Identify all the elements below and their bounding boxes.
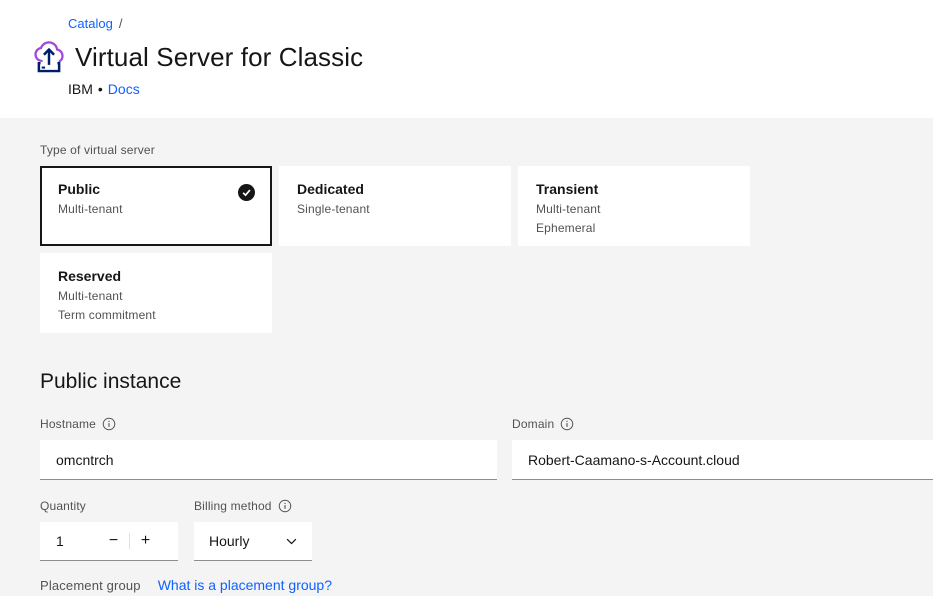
cloud-upload-icon xyxy=(31,38,67,76)
type-tile-dedicated[interactable]: Dedicated Single-tenant xyxy=(279,166,511,246)
main-content: Type of virtual server Public Multi-tena… xyxy=(0,143,933,593)
quantity-stepper: − + xyxy=(40,522,178,561)
tile-title: Reserved xyxy=(58,268,254,284)
quantity-decrement-button[interactable]: − xyxy=(98,522,129,560)
billing-method-label-text: Billing method xyxy=(194,499,272,513)
domain-label: Domain xyxy=(512,417,933,431)
info-icon[interactable] xyxy=(102,417,116,431)
hostname-label: Hostname xyxy=(40,417,497,431)
tile-title: Transient xyxy=(536,181,732,197)
provider-separator: • xyxy=(98,81,103,97)
quantity-increment-button[interactable]: + xyxy=(130,522,161,560)
chevron-down-icon xyxy=(286,538,297,545)
type-tile-public[interactable]: Public Multi-tenant xyxy=(40,166,272,246)
tile-title: Public xyxy=(58,181,254,197)
tile-subtitle: Ephemeral xyxy=(536,221,732,235)
billing-method-label: Billing method xyxy=(194,499,312,513)
billing-method-select[interactable]: Hourly xyxy=(194,522,312,561)
quantity-label: Quantity xyxy=(40,499,178,513)
info-icon[interactable] xyxy=(560,417,574,431)
type-tile-transient[interactable]: Transient Multi-tenant Ephemeral xyxy=(518,166,750,246)
domain-label-text: Domain xyxy=(512,417,554,431)
quantity-label-text: Quantity xyxy=(40,499,86,513)
placement-group-link[interactable]: What is a placement group? xyxy=(158,577,332,593)
section-title-public-instance: Public instance xyxy=(40,370,933,394)
type-of-virtual-server-label: Type of virtual server xyxy=(40,143,933,157)
tile-subtitle: Term commitment xyxy=(58,308,254,322)
page-title: Virtual Server for Classic xyxy=(75,42,363,73)
provider-name: IBM xyxy=(68,81,93,97)
billing-method-value: Hourly xyxy=(209,533,249,549)
type-tile-group: Public Multi-tenant Dedicated Single-ten… xyxy=(40,166,750,333)
breadcrumb-separator: / xyxy=(119,16,123,31)
breadcrumb: Catalog / xyxy=(68,0,933,31)
tile-subtitle: Multi-tenant xyxy=(536,202,732,216)
hostname-input[interactable] xyxy=(40,440,497,480)
info-icon[interactable] xyxy=(278,499,292,513)
domain-input[interactable] xyxy=(512,440,933,480)
tile-subtitle: Single-tenant xyxy=(297,202,493,216)
docs-link[interactable]: Docs xyxy=(108,81,140,97)
tile-subtitle: Multi-tenant xyxy=(58,289,254,303)
selected-checkmark-icon xyxy=(238,184,255,201)
type-tile-reserved[interactable]: Reserved Multi-tenant Term commitment xyxy=(40,253,272,333)
hostname-label-text: Hostname xyxy=(40,417,96,431)
tile-title: Dedicated xyxy=(297,181,493,197)
quantity-input[interactable] xyxy=(40,522,98,560)
tile-subtitle: Multi-tenant xyxy=(58,202,254,216)
page-header: Catalog / Virtual Server for Classic IBM •… xyxy=(0,0,933,118)
placement-group-label: Placement group xyxy=(40,578,141,593)
breadcrumb-catalog-link[interactable]: Catalog xyxy=(68,16,113,31)
